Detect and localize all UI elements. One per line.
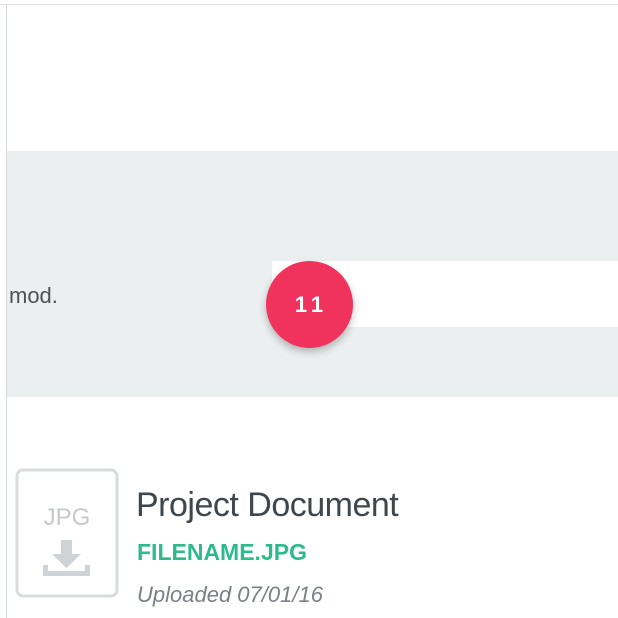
jpg-file-icon: JPG: [15, 468, 119, 598]
screenshot-frame: mod. 11 JPG Project Document FILENAME.JP…: [0, 0, 618, 618]
truncated-description-text: mod.: [9, 283, 58, 308]
file-type-label: JPG: [44, 504, 91, 531]
top-divider: [0, 4, 618, 5]
filename-link[interactable]: FILENAME.JPG: [137, 539, 307, 566]
document-title: Project Document: [136, 486, 399, 524]
step-number-badge: 11: [266, 261, 353, 348]
file-list-item[interactable]: JPG Project Document FILENAME.JPG Upload…: [7, 440, 618, 618]
upload-date: Uploaded 07/01/16: [137, 582, 323, 607]
